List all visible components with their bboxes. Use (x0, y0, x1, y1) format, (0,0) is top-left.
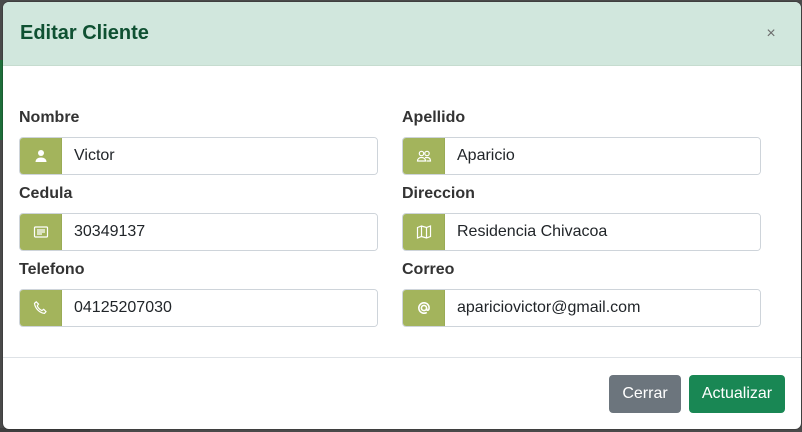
correo-input-group (402, 289, 761, 327)
telefono-input-group (19, 289, 378, 327)
nombre-field: Nombre (19, 108, 379, 175)
telefono-field: Telefono (19, 260, 379, 327)
apellido-field: Apellido (402, 108, 762, 175)
modal-footer: Cerrar Actualizar (3, 358, 801, 429)
apellido-input[interactable] (445, 138, 760, 174)
cedula-field: Cedula (19, 184, 379, 251)
modal-header: Editar Cliente × (3, 2, 801, 66)
direccion-input[interactable] (445, 214, 760, 250)
telefono-label: Telefono (19, 261, 85, 278)
close-modal-button[interactable]: Cerrar (609, 375, 681, 413)
direccion-label: Direccion (402, 185, 475, 202)
correo-label: Correo (402, 261, 455, 278)
direccion-field: Direccion (402, 184, 762, 251)
card-text-icon (20, 214, 62, 250)
users-icon (403, 138, 445, 174)
cedula-label: Cedula (19, 185, 73, 202)
update-button[interactable]: Actualizar (689, 375, 785, 413)
modal-title: Editar Cliente (20, 22, 149, 44)
close-button[interactable]: × (759, 22, 783, 46)
direccion-input-group (402, 213, 761, 251)
telefono-input[interactable] (62, 290, 377, 326)
cedula-input-group (19, 213, 378, 251)
apellido-label: Apellido (402, 109, 466, 126)
user-icon (20, 138, 62, 174)
apellido-input-group (402, 137, 761, 175)
cedula-input[interactable] (62, 214, 377, 250)
nombre-input[interactable] (62, 138, 377, 174)
modal-body: Nombre Apellido Cedula (3, 66, 801, 358)
nombre-input-group (19, 137, 378, 175)
nombre-label: Nombre (19, 109, 80, 126)
at-icon (403, 290, 445, 326)
correo-field: Correo (402, 260, 762, 327)
phone-icon (20, 290, 62, 326)
correo-input[interactable] (445, 290, 760, 326)
edit-client-modal: Editar Cliente × Nombre Apellido (3, 2, 801, 429)
map-icon (403, 214, 445, 250)
